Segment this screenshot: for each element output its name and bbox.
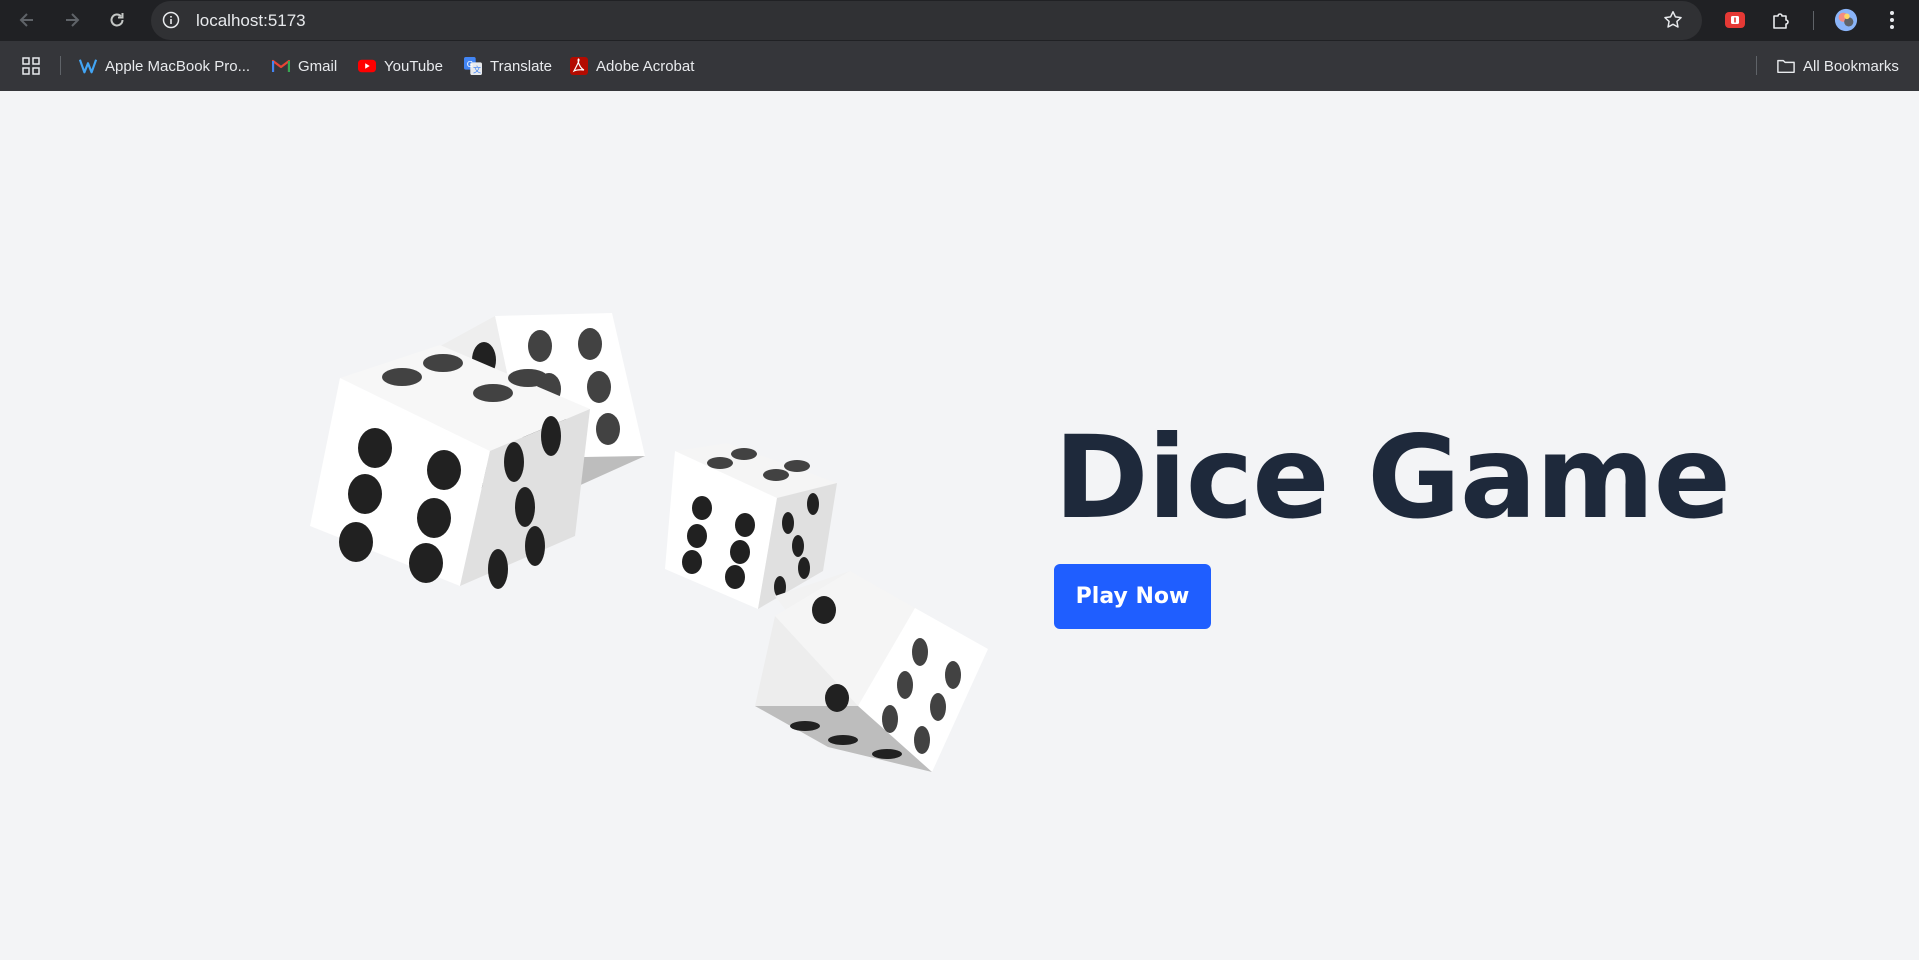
bookmarks-divider <box>60 56 61 75</box>
back-button[interactable] <box>14 7 40 33</box>
forward-arrow-icon <box>66 13 80 27</box>
dice-illustration <box>310 313 988 772</box>
macbook-favicon <box>79 57 97 75</box>
play-now-button[interactable]: Play Now <box>1054 564 1211 629</box>
folder-icon <box>1777 57 1795 75</box>
bookmark-star-icon[interactable] <box>1662 9 1684 31</box>
page-content: Dice Game Play Now <box>0 91 1919 960</box>
browser-toolbar: localhost:5173 <box>0 0 1919 41</box>
bookmark-macbook[interactable]: Apple MacBook Pro... <box>79 55 250 77</box>
bookmark-gmail[interactable]: Gmail <box>272 55 337 77</box>
bookmark-label: Translate <box>490 57 552 75</box>
all-bookmarks-button[interactable]: All Bookmarks <box>1777 55 1899 77</box>
site-info-icon[interactable] <box>161 10 181 30</box>
url-text[interactable]: localhost:5173 <box>196 11 306 31</box>
reload-icon <box>110 13 124 27</box>
extensions-puzzle-icon[interactable] <box>1769 8 1793 32</box>
apps-grid-icon <box>22 57 40 75</box>
forward-button[interactable] <box>59 7 85 33</box>
svg-text:G: G <box>467 59 473 69</box>
menu-kebab-icon[interactable] <box>1880 8 1904 32</box>
bookmark-youtube[interactable]: YouTube <box>358 55 443 77</box>
bookmark-label: Gmail <box>298 57 338 75</box>
svg-text:文: 文 <box>473 64 481 74</box>
bookmarks-bar: Apple MacBook Pro... Gmail YouTube G文 Tr… <box>0 41 1919 91</box>
extension-red-icon[interactable] <box>1723 8 1747 32</box>
address-bar[interactable]: localhost:5173 <box>151 1 1702 40</box>
apps-grid-button[interactable] <box>22 55 40 77</box>
youtube-icon <box>358 57 376 75</box>
bookmark-label: Apple MacBook Pro... <box>105 57 251 75</box>
back-arrow-icon <box>19 13 33 27</box>
page-title: Dice Game <box>1054 411 1731 544</box>
bookmark-translate[interactable]: G文 Translate <box>464 55 552 77</box>
translate-icon: G文 <box>464 57 482 75</box>
acrobat-icon <box>570 57 588 75</box>
bookmark-label: YouTube <box>384 57 443 75</box>
bookmarks-divider-right <box>1756 56 1757 75</box>
profile-avatar[interactable] <box>1834 8 1858 32</box>
toolbar-divider <box>1813 11 1814 30</box>
bookmark-acrobat[interactable]: Adobe Acrobat <box>570 55 694 77</box>
reload-button[interactable] <box>104 7 130 33</box>
all-bookmarks-label: All Bookmarks <box>1803 57 1899 75</box>
gmail-icon <box>272 57 290 75</box>
die-bottom <box>755 571 988 772</box>
bookmark-label: Adobe Acrobat <box>596 57 695 75</box>
